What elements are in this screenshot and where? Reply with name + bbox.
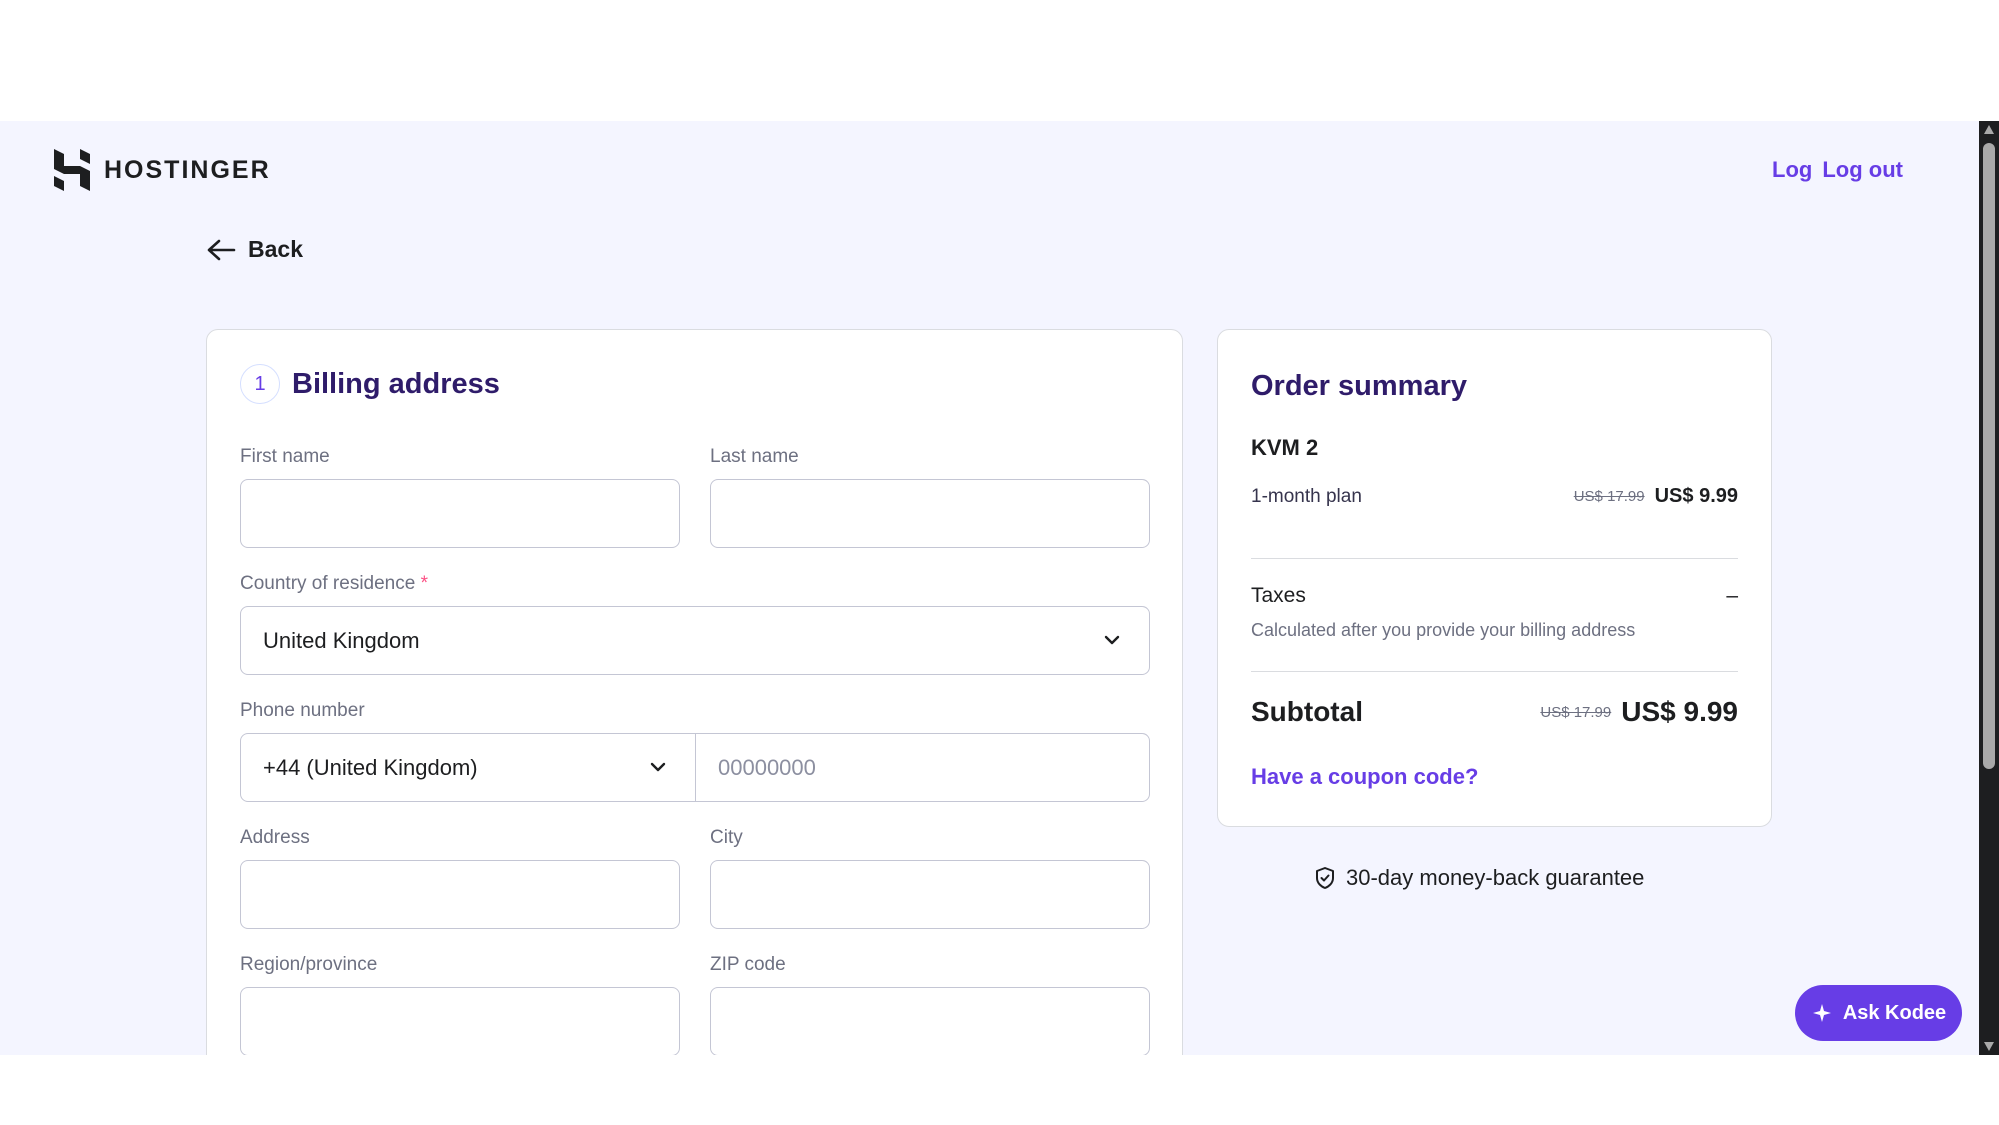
hostinger-logo-icon xyxy=(54,149,90,191)
first-name-input[interactable] xyxy=(241,480,679,547)
city-label: City xyxy=(710,827,743,848)
divider xyxy=(1251,558,1738,559)
country-value: United Kingdom xyxy=(263,628,420,653)
ask-kodee-button[interactable]: Ask Kodee xyxy=(1795,985,1962,1041)
plan-term: 1-month plan xyxy=(1251,485,1362,507)
ask-kodee-label: Ask Kodee xyxy=(1842,1001,1947,1024)
sparkle-icon xyxy=(1812,1004,1831,1022)
zip-label: ZIP code xyxy=(710,954,786,975)
divider xyxy=(1251,671,1738,672)
subtotal-price: US$ 9.99 xyxy=(1621,696,1738,727)
subtotal-label: Subtotal xyxy=(1251,696,1363,727)
required-mark: * xyxy=(420,573,429,594)
city-input[interactable] xyxy=(711,861,1149,928)
coupon-link[interactable]: Have a coupon code? xyxy=(1251,764,1478,790)
order-summary-title: Order summary xyxy=(1251,370,1467,402)
country-label-text: Country of residence xyxy=(240,573,416,594)
plan-old-price: US$ 17.99 xyxy=(1573,488,1645,505)
city-field[interactable] xyxy=(710,860,1150,929)
back-label: Back xyxy=(248,236,303,262)
step-badge: 1 xyxy=(240,364,280,404)
zip-input[interactable] xyxy=(711,988,1149,1055)
hostinger-logo[interactable]: HOSTINGER xyxy=(54,149,271,191)
taxes-row: Taxes – xyxy=(1251,584,1738,608)
last-name-field[interactable] xyxy=(710,479,1150,548)
chevron-down-icon xyxy=(1104,635,1120,645)
phone-code-value: +44 (United Kingdom) xyxy=(263,755,478,780)
region-input[interactable] xyxy=(241,988,679,1055)
phone-number-field[interactable] xyxy=(695,733,1150,802)
phone-code-select[interactable]: +44 (United Kingdom) xyxy=(240,733,696,802)
country-label: Country of residence * xyxy=(240,573,428,595)
plan-price: US$ 9.99 xyxy=(1654,485,1738,507)
billing-address-card: 1 Billing address First name Last name C… xyxy=(206,329,1183,1055)
shield-check-icon xyxy=(1316,867,1334,889)
first-name-field[interactable] xyxy=(240,479,680,548)
taxes-value: – xyxy=(1726,584,1738,607)
back-button[interactable]: Back xyxy=(206,236,303,263)
logo-text: HOSTINGER xyxy=(104,155,271,184)
phone-label: Phone number xyxy=(240,700,365,721)
last-name-label: Last name xyxy=(710,446,799,467)
plan-name: KVM 2 xyxy=(1251,435,1319,460)
scroll-down-arrow[interactable] xyxy=(1984,1042,1994,1051)
subtotal-old-price: US$ 17.99 xyxy=(1540,703,1612,721)
first-name-label: First name xyxy=(240,446,330,467)
taxes-label: Taxes xyxy=(1251,584,1306,607)
guarantee-text: 30-day money-back guarantee xyxy=(1346,865,1645,890)
address-input[interactable] xyxy=(241,861,679,928)
subtotal-price-group: US$ 17.99 US$ 9.99 xyxy=(1540,696,1738,728)
logout-link[interactable]: Log out xyxy=(1822,157,1903,183)
log-link[interactable]: Log xyxy=(1772,157,1812,183)
phone-number-input[interactable] xyxy=(696,734,1149,801)
subtotal-row: Subtotal US$ 17.99 US$ 9.99 xyxy=(1251,696,1738,728)
header-links: Log Log out xyxy=(1772,157,1903,183)
region-field[interactable] xyxy=(240,987,680,1055)
region-label: Region/province xyxy=(240,954,378,975)
page-viewport: HOSTINGER Log Log out Back 1 Billing add… xyxy=(0,121,1979,1055)
order-summary-card: Order summary KVM 2 1-month plan US$ 17.… xyxy=(1217,329,1772,827)
billing-title: Billing address xyxy=(292,367,500,400)
chevron-down-icon xyxy=(650,762,666,772)
arrow-left-icon xyxy=(207,239,236,260)
taxes-note: Calculated after you provide your billin… xyxy=(1251,620,1636,640)
country-select[interactable]: United Kingdom xyxy=(240,606,1150,675)
scroll-up-arrow[interactable] xyxy=(1984,125,1994,134)
money-back-guarantee: 30-day money-back guarantee xyxy=(1314,865,1644,891)
scrollbar-thumb[interactable] xyxy=(1983,143,1995,769)
plan-row: 1-month plan US$ 17.99 US$ 9.99 xyxy=(1251,485,1738,508)
address-label: Address xyxy=(240,827,310,848)
vertical-scrollbar[interactable] xyxy=(1979,121,1999,1055)
address-field[interactable] xyxy=(240,860,680,929)
zip-field[interactable] xyxy=(710,987,1150,1055)
last-name-input[interactable] xyxy=(711,480,1149,547)
billing-header: 1 Billing address xyxy=(240,364,500,404)
plan-price-group: US$ 17.99 US$ 9.99 xyxy=(1574,485,1738,508)
